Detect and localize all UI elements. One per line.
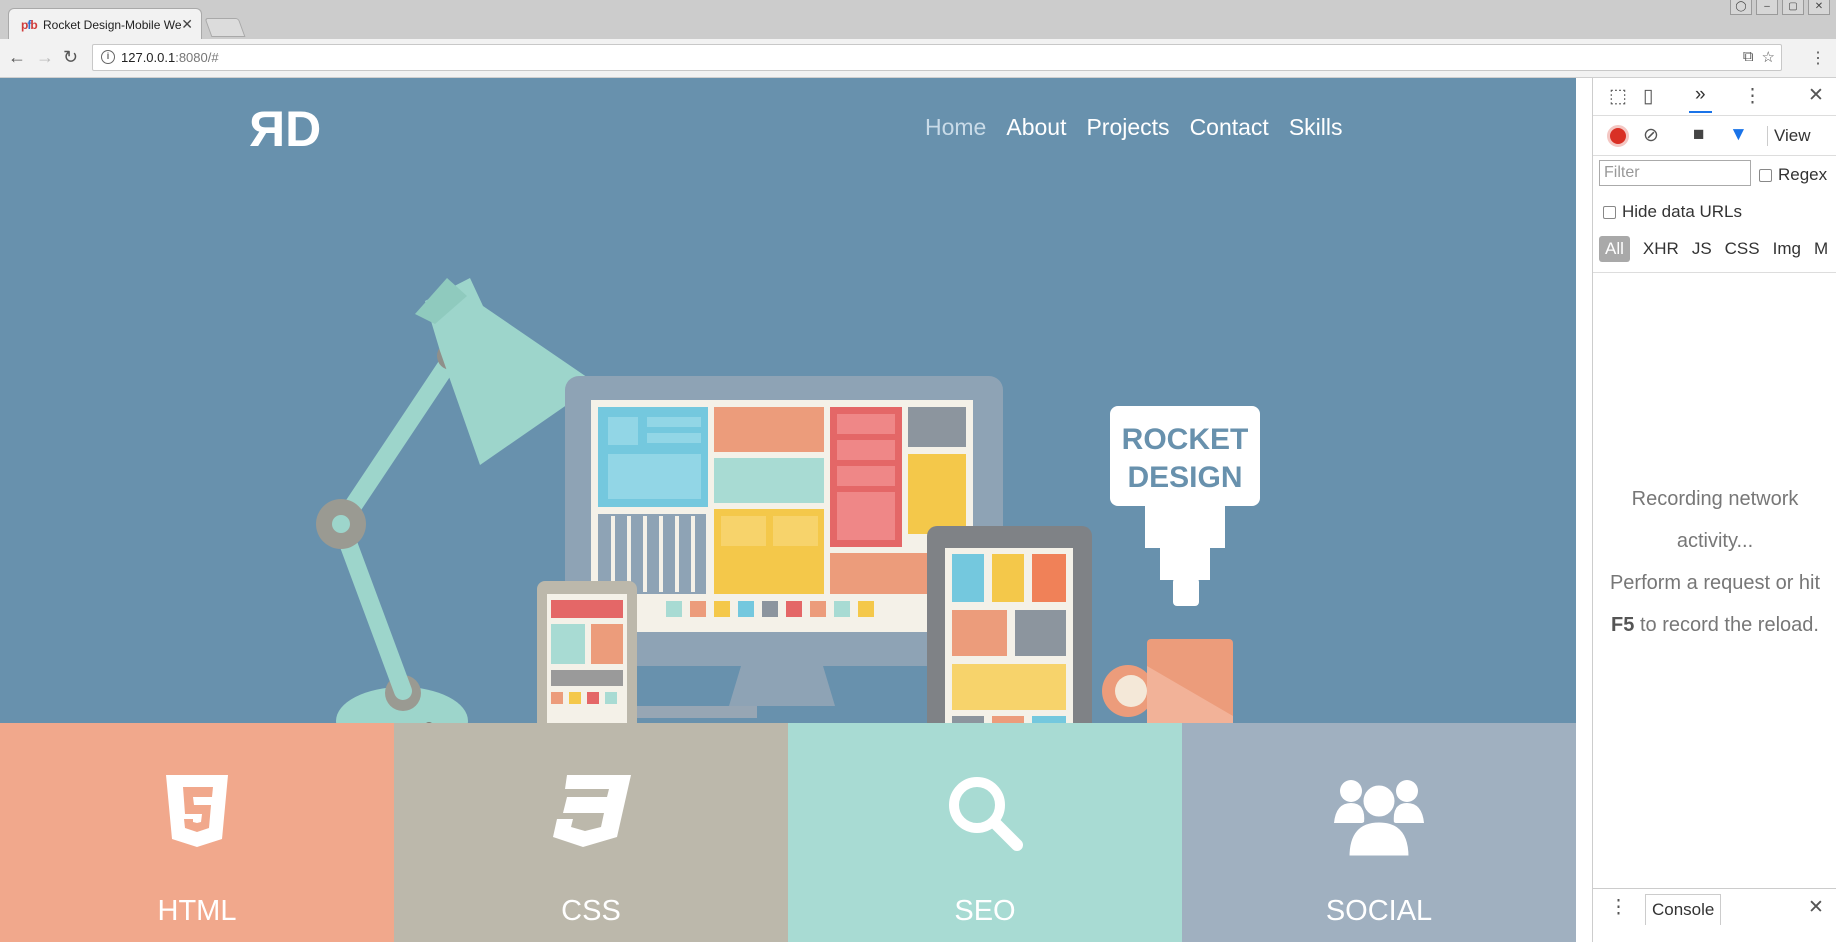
site-info-icon[interactable]: i <box>101 50 115 64</box>
translate-icon[interactable]: ⧉ <box>1743 48 1754 66</box>
more-tabs-icon[interactable]: » <box>1689 85 1712 113</box>
recording-message: Recording network activity... Perform a … <box>1597 478 1833 646</box>
type-filter-js[interactable]: JS <box>1692 239 1712 259</box>
device-toolbar-icon[interactable]: ▯ <box>1643 87 1653 107</box>
feature-css[interactable]: CSS <box>394 723 788 942</box>
recording-line-2: Perform a request or hit F5 to record th… <box>1609 572 1821 636</box>
filter-row: Filter Regex <box>1593 156 1836 192</box>
type-filter-all[interactable]: All <box>1599 236 1630 262</box>
feature-label-seo: SEO <box>954 895 1016 927</box>
forward-icon[interactable]: → <box>36 47 54 67</box>
new-tab-button[interactable] <box>204 18 246 37</box>
close-devtools-icon[interactable]: ✕ <box>1808 86 1824 106</box>
rocket-design-sign: ROCKET DESIGN <box>1110 406 1260 606</box>
minimize-button[interactable]: – <box>1756 0 1778 15</box>
feature-social[interactable]: SOCIAL <box>1182 723 1576 942</box>
profile-icon[interactable]: ◯ <box>1730 0 1752 15</box>
html5-icon <box>166 775 228 847</box>
feature-seo[interactable]: SEO <box>788 723 1182 942</box>
type-filter-img[interactable]: Img <box>1773 239 1801 259</box>
tab-strip: pfb Rocket Design-Mobile Web ✕ ◯ – ▢ ✕ <box>0 0 1836 39</box>
tablet-illustration <box>927 526 1092 726</box>
tab-title: Rocket Design-Mobile Web <box>43 18 181 32</box>
sign-line-1: ROCKET <box>1122 423 1249 456</box>
close-window-button[interactable]: ✕ <box>1808 0 1830 15</box>
desk-illustration: ROCKET DESIGN <box>316 278 1260 726</box>
favicon-icon: pfb <box>21 18 38 32</box>
features-strip: HTML CSS SEO SOCIAL <box>0 723 1576 942</box>
type-filter-media[interactable]: M <box>1814 239 1828 259</box>
console-drawer-tab[interactable]: Console <box>1645 894 1722 925</box>
type-filter-css[interactable]: CSS <box>1725 239 1760 259</box>
type-filter-xhr[interactable]: XHR <box>1643 239 1679 259</box>
bookmark-star-icon[interactable]: ☆ <box>1762 48 1775 66</box>
window-controls: ◯ – ▢ ✕ <box>1730 0 1830 16</box>
drawer-menu-icon[interactable]: ⋮ <box>1609 898 1628 918</box>
maximize-button[interactable]: ▢ <box>1782 0 1804 15</box>
users-icon <box>1334 780 1424 857</box>
url-text: 127.0.0.1:8080/# <box>121 50 219 65</box>
close-drawer-icon[interactable]: ✕ <box>1808 898 1824 918</box>
site-nav: Home About Projects Contact Skills <box>925 114 1343 141</box>
page-viewport: RD Home About Projects Contact Skills RO… <box>0 78 1576 942</box>
regex-checkbox-box[interactable] <box>1759 169 1772 183</box>
network-toolbar: ⊘ ■ ▼ View <box>1593 116 1836 156</box>
close-tab-icon[interactable]: ✕ <box>181 16 193 33</box>
nav-about[interactable]: About <box>1006 114 1066 141</box>
reload-icon[interactable]: ↻ <box>63 47 78 67</box>
nav-projects[interactable]: Projects <box>1086 114 1169 141</box>
capture-screenshots-icon[interactable]: ■ <box>1693 125 1704 145</box>
css3-icon <box>553 775 631 847</box>
mug-illustration <box>1102 639 1233 726</box>
devtools-divider <box>1593 272 1836 273</box>
hero-section: RD Home About Projects Contact Skills RO… <box>0 78 1576 726</box>
nav-contact[interactable]: Contact <box>1190 114 1269 141</box>
hide-data-urls-checkbox[interactable]: Hide data URLs <box>1603 202 1742 222</box>
browser-menu-icon[interactable]: ⋮ <box>1810 48 1826 68</box>
browser-tab[interactable]: pfb Rocket Design-Mobile Web ✕ <box>8 8 202 39</box>
feature-html[interactable]: HTML <box>0 723 394 942</box>
regex-checkbox[interactable]: Regex <box>1759 165 1827 185</box>
site-logo[interactable]: RD <box>255 100 321 158</box>
inspect-element-icon[interactable]: ⬚ <box>1609 87 1627 107</box>
phone-illustration <box>537 581 637 726</box>
feature-label-social: SOCIAL <box>1325 895 1433 927</box>
clear-icon[interactable]: ⊘ <box>1643 126 1659 146</box>
devtools-panel: ⬚ ▯ » ⋮ ✕ ⊘ ■ ▼ View Filter Regex Hide d… <box>1592 78 1836 942</box>
feature-label-css: CSS <box>561 895 621 927</box>
hide-data-urls-box[interactable] <box>1603 206 1616 220</box>
view-toggle[interactable]: View <box>1767 126 1811 146</box>
record-button[interactable] <box>1607 125 1629 147</box>
sign-line-2: DESIGN <box>1127 461 1242 494</box>
address-bar[interactable]: i 127.0.0.1:8080/# ⧉ ☆ <box>92 44 1782 71</box>
recording-line-1: Recording network activity... <box>1631 488 1799 552</box>
back-icon[interactable]: ← <box>8 47 26 67</box>
feature-label-html: HTML <box>157 895 237 927</box>
browser-toolbar: ← → ↻ i 127.0.0.1:8080/# ⧉ ☆ ⋮ <box>0 39 1836 78</box>
devtools-drawer: ⋮ Console ✕ <box>1593 888 1836 928</box>
filter-icon[interactable]: ▼ <box>1729 125 1748 145</box>
resource-type-filters: All XHR JS CSS Img M <box>1599 236 1828 262</box>
f5-key: F5 <box>1611 614 1635 636</box>
devtools-toolbar: ⬚ ▯ » ⋮ ✕ <box>1593 78 1836 116</box>
devtools-menu-icon[interactable]: ⋮ <box>1743 87 1762 107</box>
search-icon <box>949 777 1023 851</box>
filter-input[interactable]: Filter <box>1599 160 1751 186</box>
nav-home[interactable]: Home <box>925 114 986 141</box>
nav-skills[interactable]: Skills <box>1289 114 1343 141</box>
